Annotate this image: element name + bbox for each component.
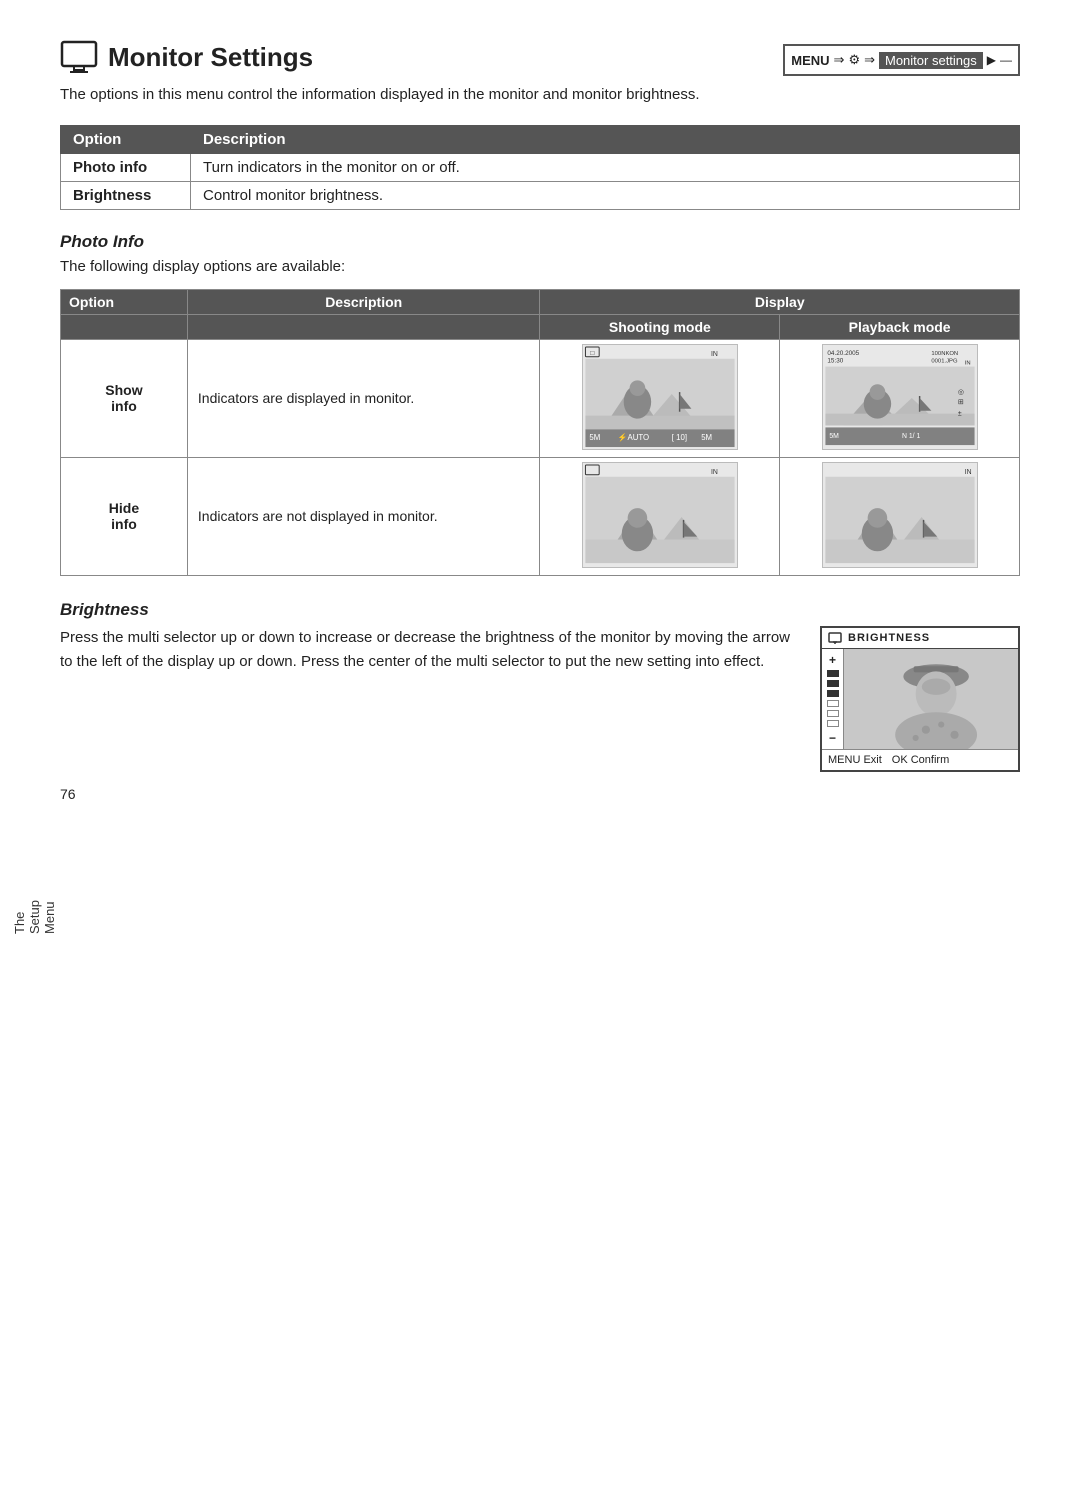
breadcrumb: MENU ⇒ ⚙ ⇒ Monitor settings ▶ — [783,44,1020,76]
breadcrumb-highlight: Monitor settings [879,52,983,69]
playback-hide-svg: IN [822,462,978,568]
svg-text:±: ± [957,410,961,417]
svg-text:IN: IN [964,360,970,366]
show-info-label: Showinfo [105,382,142,414]
page-header: Monitor Settings MENU ⇒ ⚙ ⇒ Monitor sett… [60,40,1020,76]
brightness-footer: MENU Exit OK Confirm [822,749,1018,770]
svg-text:04.20.2005: 04.20.2005 [827,349,859,356]
svg-text:N 1/ 1: N 1/ 1 [902,433,920,440]
display-header: Display [540,289,1020,314]
breadcrumb-menu: MENU [791,53,829,68]
simple-row1-desc: Turn indicators in the monitor on or off… [191,153,1020,181]
svg-text:IN: IN [711,468,718,475]
page-title: Monitor Settings [108,42,313,73]
brightness-panel-title: BRIGHTNESS [848,632,930,644]
col-playback-header: Playback mode [780,314,1020,339]
breadcrumb-icon: ⚙ [848,52,860,68]
hide-info-desc: Indicators are not displayed in monitor. [187,457,540,575]
svg-text:5M: 5M [701,433,712,442]
bar-seg-5 [827,710,839,717]
svg-text:5M: 5M [829,433,839,440]
table-row: Brightness Control monitor brightness. [61,181,1020,209]
svg-text:IN: IN [964,468,971,475]
show-info-desc: Indicators are displayed in monitor. [187,339,540,457]
hide-info-label: Hideinfo [109,500,139,532]
simple-row1-option: Photo info [61,153,191,181]
svg-text:15:30: 15:30 [827,357,843,364]
show-info-playback-img: 04.20.2005 15:30 100NKON 0001.JPG IN [780,339,1020,457]
bar-seg-6 [827,720,839,727]
svg-text:◎: ◎ [957,389,963,396]
brightness-confirm: OK Confirm [892,754,949,766]
svg-text:5M: 5M [589,433,600,442]
intro-text: The options in this menu control the inf… [60,84,1020,107]
brightness-exit: MENU Exit [828,754,882,766]
simple-table-header-desc: Description [191,125,1020,153]
bar-seg-4 [827,700,839,707]
bar-seg-3 [827,690,839,697]
complex-table: Option Description Display Shooting mode… [60,289,1020,576]
page-number: 76 [60,786,76,802]
sidebar-text: The Setup Menu [12,900,57,934]
col-option-blank [61,314,188,339]
hide-info-shooting-img: IN [540,457,780,575]
brightness-monitor-icon [828,632,842,644]
hide-info-option: Hideinfo [61,457,188,575]
col-desc-header: Description [187,289,540,314]
playback-show-svg: 04.20.2005 15:30 100NKON 0001.JPG IN [822,344,978,450]
col-shooting-header: Shooting mode [540,314,780,339]
breadcrumb-dash: — [1000,53,1012,67]
table-row: Showinfo Indicators are displayed in mon… [61,339,1020,457]
svg-text:⚡AUTO: ⚡AUTO [618,432,649,442]
breadcrumb-arrow1: ⇒ [834,52,845,68]
col-option-header: Option [61,289,188,314]
simple-table-header-option: Option [61,125,191,153]
simple-table: Option Description Photo info Turn indic… [60,125,1020,210]
brightness-portrait [844,649,1018,749]
brightness-panel: BRIGHTNESS + − [820,626,1020,772]
svg-text:100NKON: 100NKON [931,350,958,356]
table-row: Hideinfo Indicators are not displayed in… [61,457,1020,575]
monitor-icon [60,40,98,74]
title-block: Monitor Settings [60,40,313,74]
col-desc-blank [187,314,540,339]
shooting-show-svg: □ IN [582,344,738,450]
svg-text:IN: IN [711,350,718,357]
bar-seg-2 [827,680,839,687]
shooting-hide-svg: IN [582,462,738,568]
photo-info-intro: The following display options are availa… [60,258,1020,275]
table-row: Photo info Turn indicators in the monito… [61,153,1020,181]
monitor-svg-icon [60,40,98,74]
brightness-plus: + [829,653,836,667]
photo-info-section: Photo Info The following display options… [60,232,1020,576]
brightness-slider: + − [822,649,844,749]
svg-text:⊞: ⊞ [957,398,963,405]
simple-row2-option: Brightness [61,181,191,209]
brightness-img-area: + − [822,649,1018,749]
brightness-minus: − [829,731,836,745]
portrait-svg [844,649,1018,749]
brightness-content: Press the multi selector up or down to i… [60,626,1020,772]
brightness-box: BRIGHTNESS + − [820,626,1020,772]
photo-info-heading: Photo Info [60,232,1020,252]
svg-text:□: □ [590,349,595,356]
brightness-text: Press the multi selector up or down to i… [60,626,790,674]
svg-text:[ 10]: [ 10] [672,433,687,442]
simple-row2-desc: Control monitor brightness. [191,181,1020,209]
bar-seg-1 [827,670,839,677]
show-info-option: Showinfo [61,339,188,457]
breadcrumb-arrow2: ⇒ [864,52,875,68]
show-info-shooting-img: □ IN [540,339,780,457]
brightness-heading: Brightness [60,600,1020,620]
brightness-title-bar: BRIGHTNESS [822,628,1018,649]
brightness-section: Brightness Press the multi selector up o… [60,600,1020,772]
breadcrumb-play: ▶ [987,53,996,67]
svg-text:0001.JPG: 0001.JPG [931,358,958,364]
hide-info-playback-img: IN [780,457,1020,575]
